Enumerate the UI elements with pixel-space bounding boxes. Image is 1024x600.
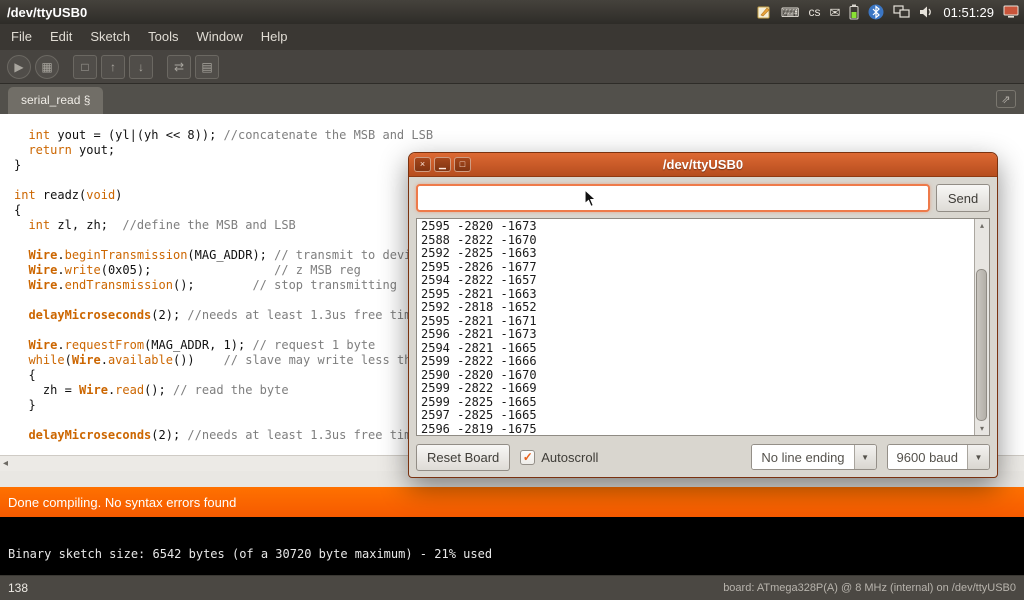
minimize-icon[interactable]: ▁ [434, 157, 451, 172]
volume-icon[interactable] [919, 5, 934, 19]
dialog-titlebar[interactable]: × ▁ □ /dev/ttyUSB0 [409, 153, 997, 177]
autoscroll-checkbox[interactable]: ✓ Autoscroll [520, 450, 598, 465]
reset-board-button[interactable]: Reset Board [416, 444, 510, 471]
check-icon[interactable]: ✓ [520, 450, 535, 465]
board-info: board: ATmega328P(A) @ 8 MHz (internal) … [723, 582, 1016, 594]
mouse-cursor [584, 189, 597, 213]
serial-row: 2594 -2822 -1657 [421, 274, 970, 288]
scrollbar-thumb[interactable] [976, 269, 987, 421]
serial-scrollbar[interactable]: ▴ ▾ [974, 219, 989, 435]
serial-row: 2592 -2818 -1652 [421, 301, 970, 315]
menu-sketch[interactable]: Sketch [81, 24, 139, 50]
serial-output: 2595 -2820 -16732588 -2822 -16702592 -28… [417, 219, 974, 435]
notes-icon[interactable] [756, 4, 772, 20]
serial-row: 2590 -2820 -1670 [421, 369, 970, 383]
dialog-body: Send 2595 -2820 -16732588 -2822 -1670259… [409, 177, 997, 479]
new-button[interactable]: □ [73, 55, 97, 79]
scroll-down-icon[interactable]: ▾ [975, 422, 989, 435]
mail-icon[interactable]: ✉ [829, 6, 840, 19]
serial-row: 2599 -2822 -1666 [421, 355, 970, 369]
serial-row: 2596 -2821 -1673 [421, 328, 970, 342]
baud-value: 9600 baud [888, 445, 967, 469]
scroll-up-icon[interactable]: ▴ [975, 219, 989, 232]
tab-strip: serial_read § ⇗ [0, 84, 1024, 114]
line-number: 138 [8, 581, 28, 595]
menu-window[interactable]: Window [187, 24, 251, 50]
compile-status-text: Done compiling. No syntax errors found [8, 495, 236, 510]
dialog-title: /dev/ttyUSB0 [409, 157, 997, 172]
indicator-area: ⌨ cs ✉ 01:51:29 [756, 4, 1024, 20]
autoscroll-label: Autoscroll [541, 450, 598, 465]
menu-bar: FileEditSketchToolsWindowHelp [0, 24, 1024, 50]
menu-edit[interactable]: Edit [41, 24, 81, 50]
serial-output-area[interactable]: 2595 -2820 -16732588 -2822 -16702592 -28… [416, 218, 990, 436]
serial-row: 2599 -2822 -1669 [421, 382, 970, 396]
line-ending-select[interactable]: No line ending ▼ [751, 444, 876, 470]
serial-input[interactable] [416, 184, 930, 212]
menu-help[interactable]: Help [252, 24, 297, 50]
window-buttons: × ▁ □ [409, 157, 471, 172]
battery-icon[interactable] [849, 4, 859, 20]
serial-row: 2595 -2821 -1663 [421, 288, 970, 302]
compile-status-bar: Done compiling. No syntax errors found [0, 487, 1024, 517]
serial-row: 2588 -2822 -1670 [421, 234, 970, 248]
serial-row: 2596 -2819 -1675 [421, 423, 970, 436]
send-button[interactable]: Send [936, 184, 990, 212]
close-icon[interactable]: × [414, 157, 431, 172]
bluetooth-icon[interactable] [868, 4, 884, 20]
menu-tools[interactable]: Tools [139, 24, 187, 50]
network-icon[interactable] [893, 5, 910, 19]
serial-row: 2595 -2820 -1673 [421, 220, 970, 234]
open-button[interactable]: ↑ [101, 55, 125, 79]
toolbar-buttons: ▶▦ □↑↓ ⇄▤ [7, 55, 219, 79]
tab-menu-button[interactable]: ⇗ [996, 90, 1016, 108]
clock[interactable]: 01:51:29 [943, 5, 994, 20]
scroll-left-icon[interactable]: ◂ [3, 459, 8, 469]
serial-input-row: Send [416, 184, 990, 212]
toolbar: ▶▦ □↑↓ ⇄▤ [0, 50, 1024, 84]
serial-row: 2599 -2825 -1665 [421, 396, 970, 410]
baud-select[interactable]: 9600 baud ▼ [887, 444, 990, 470]
tab-serial-read[interactable]: serial_read § [8, 87, 103, 114]
save-button[interactable]: ↓ [129, 55, 153, 79]
console-text: Binary sketch size: 6542 bytes (of a 307… [0, 517, 1024, 561]
top-panel: /dev/ttyUSB0 ⌨ cs ✉ 01:51:29 [0, 0, 1024, 24]
keyboard-icon[interactable]: ⌨ [781, 6, 800, 19]
status-footer: 138 board: ATmega328P(A) @ 8 MHz (intern… [0, 575, 1024, 600]
maximize-icon[interactable]: □ [454, 157, 471, 172]
chevron-down-icon[interactable]: ▼ [967, 445, 989, 469]
serial-monitor-button[interactable]: ▤ [195, 55, 219, 79]
upload-button[interactable]: ⇄ [167, 55, 191, 79]
chevron-down-icon[interactable]: ▼ [854, 445, 876, 469]
serial-row: 2592 -2825 -1663 [421, 247, 970, 261]
language-indicator[interactable]: cs [808, 5, 820, 19]
serial-controls: Reset Board ✓ Autoscroll No line ending … [416, 442, 990, 472]
serial-monitor-window: × ▁ □ /dev/ttyUSB0 Send 2595 -2820 -1673… [408, 152, 998, 478]
serial-row: 2595 -2826 -1677 [421, 261, 970, 275]
menu-file[interactable]: File [2, 24, 41, 50]
line-ending-value: No line ending [752, 445, 853, 469]
session-icon[interactable] [1003, 5, 1019, 19]
serial-row: 2597 -2825 -1665 [421, 409, 970, 423]
build-console: Binary sketch size: 6542 bytes (of a 307… [0, 517, 1024, 575]
panel-window-title: /dev/ttyUSB0 [0, 5, 87, 20]
serial-row: 2594 -2821 -1665 [421, 342, 970, 356]
code-line: int yout = (yl|(yh << 8)); //concatenate… [14, 128, 1024, 143]
stop-button[interactable]: ▦ [35, 55, 59, 79]
serial-row: 2595 -2821 -1671 [421, 315, 970, 329]
verify-button[interactable]: ▶ [7, 55, 31, 79]
